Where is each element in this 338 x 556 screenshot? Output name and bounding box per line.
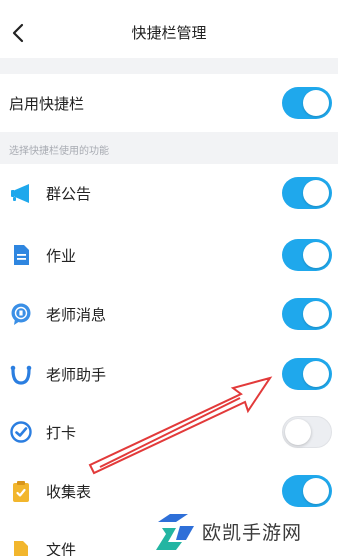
file-icon bbox=[14, 541, 28, 556]
toggle-knob bbox=[303, 301, 329, 327]
assistant-icon bbox=[10, 365, 32, 385]
page-title: 快捷栏管理 bbox=[131, 24, 207, 42]
toggle-collection-form[interactable] bbox=[282, 475, 332, 507]
toggle-check-in[interactable] bbox=[282, 416, 332, 448]
list-item: 打卡 bbox=[0, 403, 338, 461]
master-toggle-label: 启用快捷栏 bbox=[9, 95, 85, 113]
section-caption: 选择快捷栏使用的功能 bbox=[9, 146, 109, 157]
status-bar bbox=[0, 0, 338, 8]
check-in-icon bbox=[10, 421, 32, 443]
watermark: 欧凯手游网 bbox=[150, 508, 338, 556]
watermark-logo-icon bbox=[156, 514, 194, 550]
master-toggle-row: 启用快捷栏 bbox=[0, 74, 338, 132]
toggle-knob bbox=[303, 478, 329, 504]
toggle-homework[interactable] bbox=[282, 239, 332, 271]
watermark-text: 欧凯手游网 bbox=[202, 522, 303, 544]
toggle-teacher-assistant[interactable] bbox=[282, 358, 332, 390]
toggle-knob bbox=[303, 242, 329, 268]
teacher-message-icon bbox=[11, 303, 31, 325]
collection-form-icon bbox=[13, 481, 29, 502]
toggle-knob bbox=[303, 361, 329, 387]
master-toggle[interactable] bbox=[282, 87, 332, 119]
item-label: 打卡 bbox=[46, 424, 77, 442]
item-label: 收集表 bbox=[46, 483, 92, 501]
toggle-knob bbox=[303, 90, 329, 116]
toggle-group-notice[interactable] bbox=[282, 177, 332, 209]
item-label: 文件 bbox=[46, 541, 77, 556]
megaphone-icon bbox=[11, 184, 29, 203]
toggle-knob bbox=[303, 180, 329, 206]
toggle-teacher-message[interactable] bbox=[282, 298, 332, 330]
screen: 快捷栏管理 启用快捷栏 选择快捷栏使用的功能 群公告 作业 老师消息 老师助手 … bbox=[0, 0, 338, 556]
navbar: 快捷栏管理 bbox=[0, 8, 338, 58]
list-item: 老师助手 bbox=[0, 345, 338, 403]
list-item: 作业 bbox=[0, 226, 338, 284]
item-label: 群公告 bbox=[46, 185, 92, 203]
item-label: 作业 bbox=[46, 247, 77, 265]
list-item: 老师消息 bbox=[0, 285, 338, 343]
divider bbox=[0, 58, 338, 74]
toggle-knob bbox=[285, 419, 311, 445]
document-icon bbox=[14, 245, 29, 265]
item-label: 老师助手 bbox=[46, 366, 107, 384]
section-header: 选择快捷栏使用的功能 bbox=[0, 132, 338, 164]
list-item: 群公告 bbox=[0, 164, 338, 222]
item-label: 老师消息 bbox=[46, 306, 107, 324]
